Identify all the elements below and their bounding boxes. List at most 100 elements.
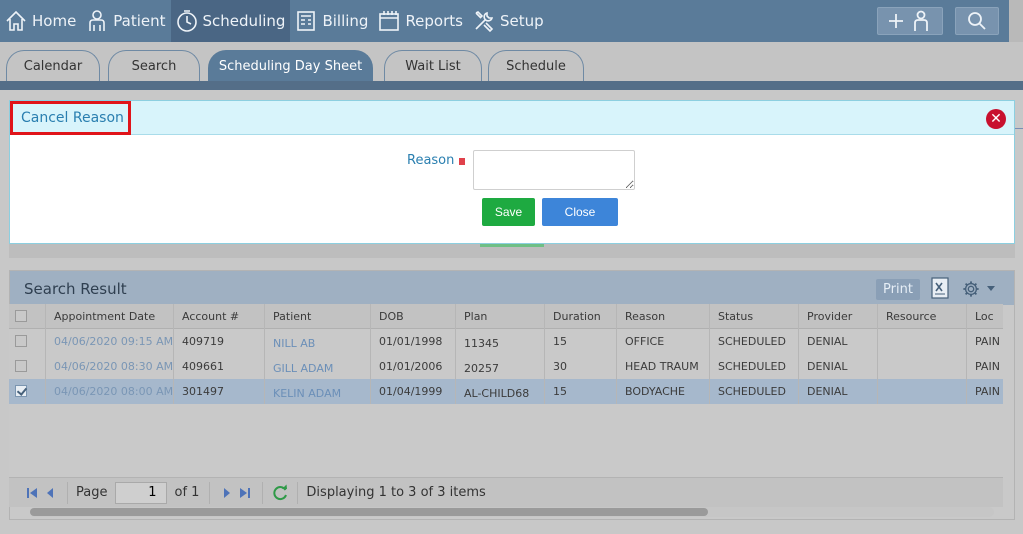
- nav-billing[interactable]: Billing: [290, 0, 373, 42]
- required-marker: [459, 158, 465, 165]
- duration-cell: 15: [545, 379, 617, 404]
- column-header[interactable]: Plan: [456, 304, 545, 329]
- calendar-icon: [379, 11, 400, 31]
- excel-export-icon[interactable]: [930, 277, 950, 299]
- pager-separator: [67, 481, 68, 504]
- status-cell: SCHEDULED: [710, 379, 799, 404]
- prev-page-button[interactable]: [41, 484, 59, 502]
- tab-calendar[interactable]: Calendar: [6, 50, 100, 81]
- grid-header-row: Appointment Date Account # Patient DOB P…: [9, 304, 1003, 329]
- column-header[interactable]: Status: [710, 304, 799, 329]
- close-button[interactable]: Close: [542, 198, 618, 226]
- tab-calendar-label: Calendar: [23, 58, 83, 74]
- duration-cell: 30: [545, 354, 617, 379]
- plan-cell: 20257: [456, 354, 545, 379]
- row-checkbox[interactable]: [15, 335, 27, 347]
- scrollbar-thumb[interactable]: [30, 508, 708, 516]
- gear-icon[interactable]: [962, 280, 980, 298]
- reason-input[interactable]: [473, 150, 635, 190]
- column-header[interactable]: Account #: [174, 304, 265, 329]
- appointment-date-link[interactable]: 04/06/2020 08:30 AM: [46, 354, 174, 379]
- tab-wait-list[interactable]: Wait List: [384, 50, 482, 81]
- tab-scheduling-day-sheet[interactable]: Scheduling Day Sheet: [208, 50, 373, 81]
- home-icon: [6, 10, 26, 31]
- first-page-button[interactable]: [23, 484, 41, 502]
- nav-scheduling[interactable]: Scheduling: [170, 0, 291, 42]
- nav-patient[interactable]: Patient: [81, 0, 170, 42]
- header-select-all[interactable]: [9, 304, 46, 329]
- add-patient-button[interactable]: [877, 7, 943, 35]
- patient-link[interactable]: NILL AB: [265, 329, 371, 354]
- dialog-header: Cancel Reason ✕: [10, 101, 1014, 135]
- last-page-icon: [240, 487, 251, 498]
- billing-icon: [297, 11, 316, 31]
- tab-search-label: Search: [131, 58, 177, 74]
- column-header[interactable]: Provider: [799, 304, 878, 329]
- last-page-button[interactable]: [236, 484, 254, 502]
- tab-search[interactable]: Search: [108, 50, 200, 81]
- tools-icon: [475, 11, 494, 33]
- account-cell: 301497: [174, 379, 265, 404]
- appointment-date-link[interactable]: 04/06/2020 09:15 AM: [46, 329, 174, 354]
- location-cell: PAIN: [975, 385, 1000, 398]
- print-button[interactable]: Print: [876, 279, 920, 300]
- patient-link[interactable]: KELIN ADAM: [265, 379, 371, 404]
- chevron-down-icon[interactable]: [987, 286, 995, 291]
- plan-cell: AL-CHILD68: [456, 379, 545, 404]
- provider-cell: DENIAL: [799, 329, 878, 354]
- search-result-header: Search Result Print: [10, 271, 1014, 305]
- column-header[interactable]: Resource: [878, 304, 967, 329]
- horizontal-scrollbar[interactable]: [30, 507, 994, 517]
- nav-setup[interactable]: Setup: [468, 0, 549, 42]
- column-header[interactable]: Appointment Date: [46, 304, 174, 329]
- nav-billing-label: Billing: [322, 12, 369, 30]
- row-checkbox[interactable]: [15, 360, 27, 372]
- save-button[interactable]: Save: [482, 198, 535, 226]
- row-select-cell[interactable]: [9, 329, 46, 354]
- resource-cell: [878, 354, 967, 379]
- table-row[interactable]: 04/06/2020 09:15 AM 409719 NILL AB 01/01…: [9, 329, 1003, 354]
- page-number-input[interactable]: [115, 481, 168, 504]
- appointment-date-link[interactable]: 04/06/2020 08:00 AM: [46, 379, 174, 404]
- add-patient-icon: [889, 10, 928, 31]
- row-select-cell[interactable]: [9, 379, 46, 404]
- pager-separator: [209, 481, 211, 504]
- nav-reports-label: Reports: [405, 12, 463, 30]
- nav-home[interactable]: Home: [0, 0, 81, 42]
- table-row[interactable]: 04/06/2020 08:30 AM 409661 GILL ADAM 01/…: [9, 354, 1003, 379]
- account-cell: 409661: [174, 354, 265, 379]
- resource-cell: [878, 379, 967, 404]
- tab-schedule[interactable]: Schedule: [488, 50, 584, 81]
- location-cell: PAIN: [975, 335, 1000, 348]
- results-grid: Appointment Date Account # Patient DOB P…: [9, 304, 1003, 478]
- patient-icon: [89, 10, 106, 31]
- row-select-cell[interactable]: [9, 354, 46, 379]
- search-button[interactable]: [955, 7, 999, 35]
- next-page-button[interactable]: [218, 484, 236, 502]
- nav-home-label: Home: [32, 12, 77, 30]
- column-header[interactable]: DOB: [371, 304, 456, 329]
- status-cell: SCHEDULED: [710, 354, 799, 379]
- column-header[interactable]: Loc: [967, 304, 1003, 329]
- pager: Page of 1 Displaying 1 to 3 of 3 items: [9, 477, 1003, 507]
- dialog-edge-line: [1015, 128, 1023, 129]
- nav-reports[interactable]: Reports: [373, 0, 468, 42]
- column-header[interactable]: Reason: [617, 304, 710, 329]
- pager-separator: [297, 481, 299, 504]
- nav-scheduling-label: Scheduling: [202, 12, 286, 30]
- select-all-checkbox[interactable]: [15, 310, 27, 322]
- status-cell: SCHEDULED: [710, 329, 799, 354]
- column-header[interactable]: Patient: [265, 304, 371, 329]
- refresh-button[interactable]: [271, 484, 289, 502]
- prev-page-icon: [47, 487, 53, 498]
- next-page-icon: [224, 487, 231, 498]
- tab-schedule-label: Schedule: [506, 58, 566, 74]
- column-header[interactable]: Duration: [545, 304, 617, 329]
- patient-link[interactable]: GILL ADAM: [265, 354, 371, 379]
- table-row-selected[interactable]: 04/06/2020 08:00 AM 301497 KELIN ADAM 01…: [9, 379, 1003, 404]
- dialog-close-icon[interactable]: ✕: [986, 109, 1006, 129]
- pager-separator: [262, 481, 264, 504]
- tabs-bar: Calendar Search Scheduling Day Sheet Wai…: [0, 42, 1023, 81]
- row-checkbox-checked[interactable]: [15, 385, 27, 397]
- nav-right-tools: [877, 0, 1023, 42]
